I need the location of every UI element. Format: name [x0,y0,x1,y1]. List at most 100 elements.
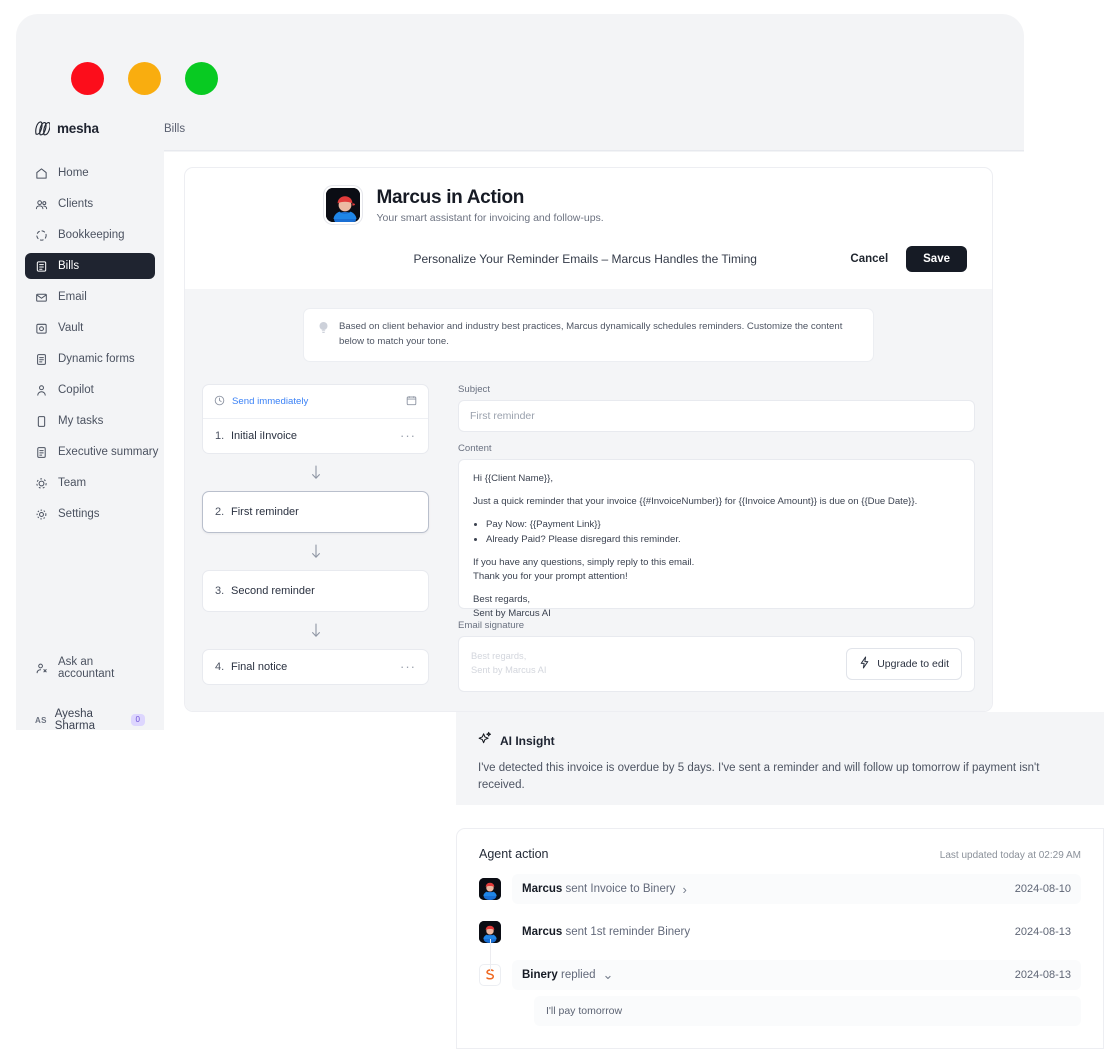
agent-action-date: 2024-08-13 [1014,969,1071,981]
step-card-3[interactable]: 3. Second reminder [202,569,429,612]
agent-action-row-2[interactable]: Marcus sent 1st reminder Binery 2024-08-… [479,917,1081,969]
sidebar-item-label: Executive summary [58,446,159,458]
agent-actor: Marcus [522,883,563,895]
step-row[interactable]: 3. Second reminder [203,571,428,611]
vault-icon [35,322,48,335]
step-name: First reminder [231,505,299,518]
agent-action-header: Agent action Last updated today at 02:29… [479,847,1081,861]
lightning-icon [859,656,870,672]
sidebar-item-label: My tasks [58,415,104,427]
tab-bills[interactable]: Bills [164,123,185,135]
sidebar-item-bills[interactable]: Bills [25,253,155,279]
bills-icon [35,260,48,273]
agent-action-detail: sent Invoice to Binery [565,883,676,895]
user-profile-row[interactable]: AS Ayesha Sharma 0 [25,707,155,733]
cancel-button[interactable]: Cancel [840,247,898,271]
sidebar-item-clients[interactable]: Clients [25,191,155,217]
agent-action-row-3[interactable]: Binery replied ⌄ 2024-08-13 [479,942,1081,990]
agent-action-pill[interactable]: Marcus sent 1st reminder Binery 2024-08-… [512,917,1081,947]
sparkle-icon [478,731,492,750]
step-card-4[interactable]: 4. Final notice ··· [202,648,429,685]
chevron-down-icon[interactable]: ⌄ [603,968,614,981]
topbar [164,110,1024,151]
sidebar-item-label: Team [58,477,87,489]
brand[interactable]: mesha [16,110,164,136]
last-updated-text: Last updated today at 02:29 AM [939,850,1081,861]
step-schedule-row[interactable]: Send immediately [203,385,428,419]
content-intro: Just a quick reminder that your invoice … [473,495,918,507]
sidebar-item-label: Home [58,167,89,179]
avatar: AS [35,715,47,725]
save-button[interactable]: Save [906,246,967,272]
sidebar-item-label: Bills [58,260,80,272]
card-header: Marcus in Action Your smart assistant fo… [185,168,992,272]
home-icon [35,167,48,180]
hero-text: Marcus in Action Your smart assistant fo… [377,187,604,224]
step-row[interactable]: 1. Initial iInvoice ··· [203,419,428,453]
document-icon [35,446,48,459]
brand-name: mesha [57,121,99,136]
agent-action-row-1[interactable]: Marcus sent Invoice to Binery › 2024-08-… [479,874,1081,904]
upgrade-to-edit-button[interactable]: Upgrade to edit [846,647,962,680]
step-card-2[interactable]: 2. First reminder [202,490,429,533]
step-number: 2. [215,505,225,518]
content-label: Content [458,442,492,454]
signature-line-1: Best regards, [471,650,527,661]
content-textarea[interactable]: Hi {{Client Name}}, Just a quick reminde… [458,458,975,619]
ai-insight-panel: AI Insight I've detected this invoice is… [456,712,1104,805]
subheader: Personalize Your Reminder Emails – Marcu… [210,246,967,272]
sidebar-item-my-tasks[interactable]: My tasks [25,408,155,434]
sidebar-item-team[interactable]: Team [25,470,155,496]
sidebar-item-dynamic-forms[interactable]: Dynamic forms [25,346,155,372]
window-traffic-lights [71,62,218,95]
subject-input[interactable]: First reminder [458,399,975,432]
reply-message: I'll pay tomorrow [534,996,1081,1026]
close-window-button[interactable] [71,62,104,95]
sidebar-item-settings[interactable]: Settings [25,501,155,527]
step-card-1[interactable]: Send immediately 1. Initial iInvoice ··· [202,383,429,454]
content-bullet: Already Paid? Please disregard this remi… [486,533,960,547]
notice-banner: Based on client behavior and industry be… [303,308,874,362]
team-icon [35,477,48,490]
agent-action-pill[interactable]: Binery replied ⌄ 2024-08-13 [512,960,1081,990]
sidebar-item-copilot[interactable]: Copilot [25,377,155,403]
sidebar-item-home[interactable]: Home [25,160,155,186]
chevron-right-icon[interactable]: › [682,882,686,897]
ai-insight-title: AI Insight [500,733,555,748]
agent-action-detail: sent 1st reminder Binery [565,926,691,938]
step-row[interactable]: 2. First reminder [203,492,428,532]
agent-action-pill[interactable]: Marcus sent Invoice to Binery › 2024-08-… [512,874,1081,904]
content-bullet: Pay Now: {{Payment Link}} [486,518,960,532]
clock-icon [214,393,225,411]
step-arrow-1 [202,454,429,491]
ai-insight-body: I've detected this invoice is overdue by… [478,762,1040,792]
step-menu-button[interactable]: ··· [400,660,416,673]
sidebar-item-bookkeeping[interactable]: Bookkeeping [25,222,155,248]
calendar-icon[interactable] [406,393,417,411]
sidebar-item-executive-summary[interactable]: Executive summary [25,439,159,465]
sidebar-item-vault[interactable]: Vault [25,315,155,341]
notice-text: Based on client behavior and industry be… [339,321,843,347]
envelope-icon [35,291,48,304]
step-schedule-label: Send immediately [232,396,309,408]
agent-actor: Binery [522,969,558,981]
card-body: Based on client behavior and industry be… [185,289,992,711]
hero: Marcus in Action Your smart assistant fo… [185,186,992,224]
reminder-steps-column: Send immediately 1. Initial iInvoice ··· [202,383,429,692]
minimize-window-button[interactable] [128,62,161,95]
content-bullets: Pay Now: {{Payment Link}} Already Paid? … [486,518,960,548]
editor-columns: Send immediately 1. Initial iInvoice ··· [202,383,975,692]
user-name: Ayesha Sharma [54,708,95,732]
page-title: Marcus in Action [376,186,525,208]
subheader-title: Personalize Your Reminder Emails – Marcu… [413,252,757,266]
upgrade-label: Upgrade to edit [877,657,949,670]
step-arrow-3 [202,612,429,649]
step-number: 1. [215,429,225,442]
ask-an-accountant-button[interactable]: Ask an accountant [25,655,155,681]
step-row[interactable]: 4. Final notice ··· [203,650,428,684]
step-menu-button[interactable]: ··· [400,429,416,442]
sidebar-item-email[interactable]: Email [25,284,155,310]
agent-action-date: 2024-08-13 [1014,926,1071,938]
dashed-circle-icon [35,229,48,242]
maximize-window-button[interactable] [185,62,218,95]
